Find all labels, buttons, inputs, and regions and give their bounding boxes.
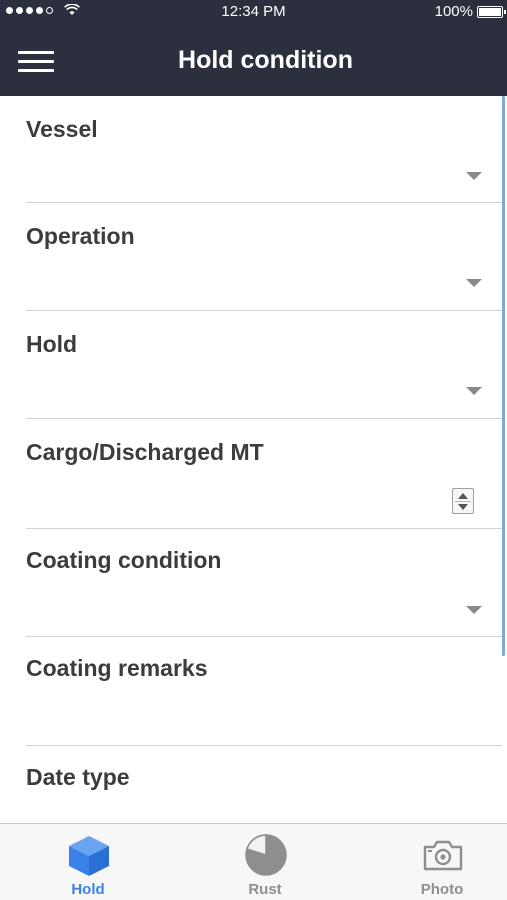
field-label: Coating remarks <box>26 655 208 681</box>
field-label: Coating condition <box>26 547 222 573</box>
field-label: Cargo/Discharged MT <box>26 439 264 465</box>
bottom-tab-bar: Hold Rust Photo <box>0 823 507 900</box>
tab-label: Rust <box>248 881 282 898</box>
pie-chart-icon <box>245 834 287 876</box>
hold-dropdown[interactable]: Hold <box>26 311 502 419</box>
page-title: Hold condition <box>178 46 353 74</box>
battery-icon <box>477 5 506 18</box>
field-label: Hold <box>26 331 78 357</box>
app-header: Hold condition <box>0 24 507 96</box>
status-time: 12:34 PM <box>221 3 286 20</box>
battery-percent: 100% <box>434 3 473 20</box>
chevron-down-icon[interactable] <box>466 279 482 287</box>
chevron-down-icon[interactable] <box>466 387 482 395</box>
stepper-up-icon[interactable] <box>458 493 468 499</box>
field-label: Date type <box>26 764 130 790</box>
field-label: Operation <box>26 223 135 249</box>
coating-remarks-input[interactable]: Coating remarks <box>26 637 502 746</box>
chevron-down-icon[interactable] <box>466 172 482 180</box>
scroll-indicator[interactable] <box>502 96 505 656</box>
tab-label: Hold <box>71 881 105 898</box>
vessel-dropdown[interactable]: Vessel <box>26 96 502 203</box>
tab-hold[interactable]: Hold <box>28 824 148 900</box>
camera-icon <box>423 840 463 871</box>
cube-icon <box>69 836 109 876</box>
stepper-down-icon[interactable] <box>458 504 468 510</box>
date-type-dropdown[interactable]: Date type <box>26 746 502 823</box>
number-stepper[interactable] <box>452 488 474 514</box>
chevron-down-icon[interactable] <box>466 606 482 614</box>
hold-condition-form: Vessel Operation Hold Cargo/Discharged M… <box>0 96 507 823</box>
tab-label: Photo <box>420 881 464 898</box>
tab-photo[interactable]: Photo <box>382 824 502 900</box>
coating-condition-dropdown[interactable]: Coating condition <box>26 529 502 637</box>
cargo-discharged-input[interactable]: Cargo/Discharged MT <box>26 419 502 529</box>
tab-rust[interactable]: Rust <box>205 824 325 900</box>
status-bar: 12:34 PM 100% <box>0 0 507 24</box>
operation-dropdown[interactable]: Operation <box>26 203 502 311</box>
field-label: Vessel <box>26 116 98 142</box>
